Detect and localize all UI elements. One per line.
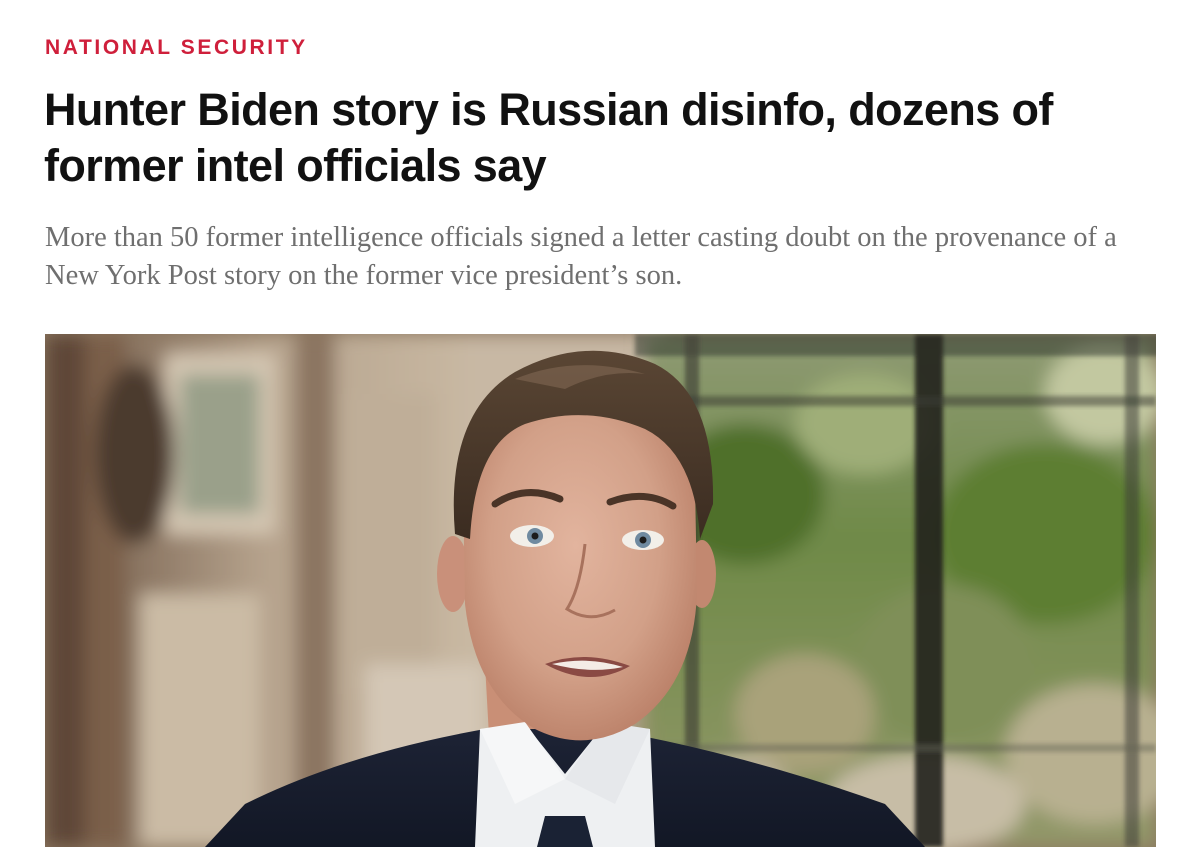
section-label[interactable]: NATIONAL SECURITY <box>45 35 308 61</box>
article-dek: More than 50 former intelligence officia… <box>45 222 1117 291</box>
article-headline[interactable]: Hunter Biden story is Russian disinfo, d… <box>44 82 1164 194</box>
article-page: NATIONAL SECURITY Hunter Biden story is … <box>0 0 1200 847</box>
article-hero-image <box>45 334 1156 847</box>
